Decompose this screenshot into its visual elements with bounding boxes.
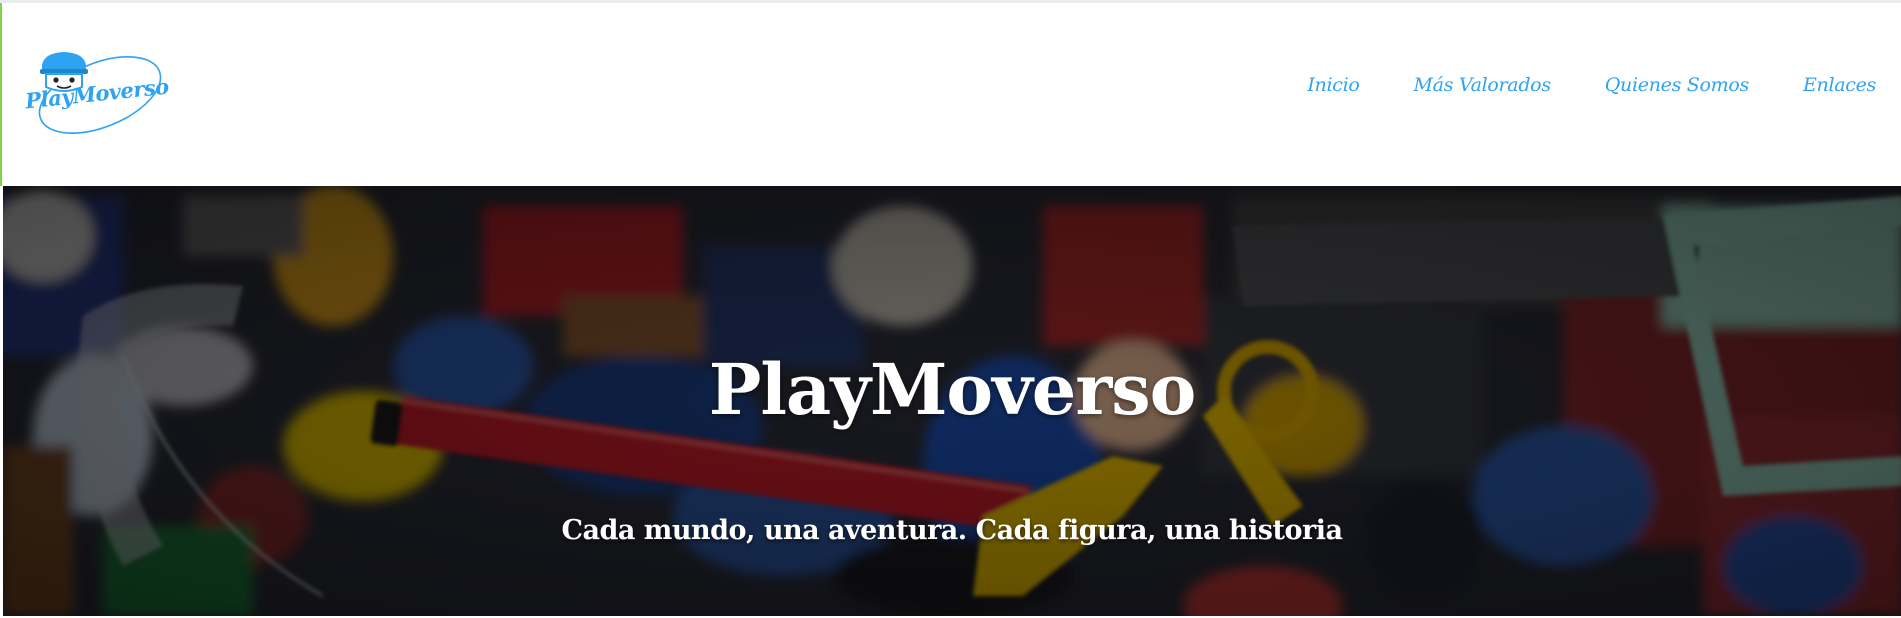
navbar: PlayMoverso Inicio Más Valorados Quienes…	[0, 3, 1901, 183]
hero-banner: PlayMoverso Cada mundo, una aventura. Ca…	[3, 186, 1901, 616]
nav-link-enlaces[interactable]: Enlaces	[1803, 74, 1876, 96]
hero-subtitle: Cada mundo, una aventura. Cada figura, u…	[561, 515, 1343, 546]
nav-link-quienes-somos[interactable]: Quienes Somos	[1605, 74, 1749, 96]
nav-link-inicio[interactable]: Inicio	[1307, 74, 1359, 96]
main-nav: Inicio Más Valorados Quienes Somos Enlac…	[1253, 74, 1876, 96]
page: PlayMoverso Inicio Más Valorados Quienes…	[0, 0, 1901, 618]
hero-title: PlayMoverso	[708, 347, 1197, 431]
nav-link-mas-valorados[interactable]: Más Valorados	[1414, 74, 1552, 96]
logo-link[interactable]: PlayMoverso	[22, 43, 170, 143]
